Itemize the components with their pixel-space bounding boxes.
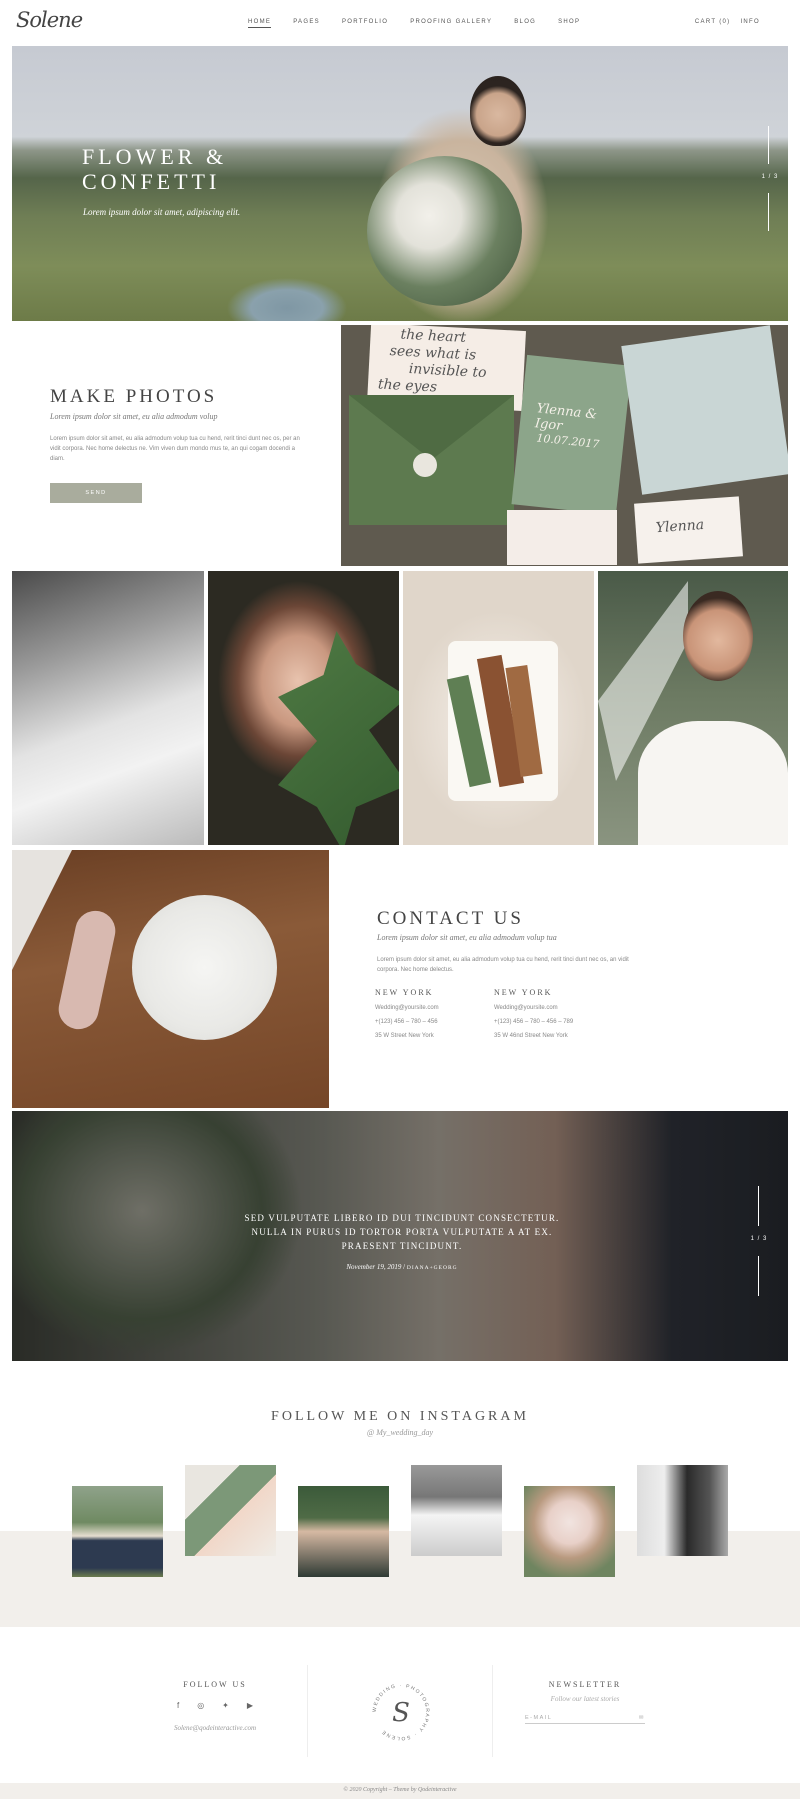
contact-body: Lorem ipsum dolor sit amet, eu alia admo… <box>377 957 629 973</box>
hero-pager-count: 1 / 3 <box>761 174 779 180</box>
office-phone[interactable]: +(123) 456 – 780 – 456 – 789 <box>494 1019 634 1025</box>
hero-pager[interactable]: 1 / 3 <box>762 126 777 231</box>
twitter-icon[interactable]: ✦ <box>222 1701 229 1710</box>
quote-text: SED VULPUTATE LIBERO ID DUI TINCIDUNT CO… <box>244 1213 560 1251</box>
instagram-photo[interactable] <box>411 1465 502 1556</box>
pager-prev-arrow[interactable] <box>768 126 769 164</box>
bride-face <box>683 591 753 681</box>
site-header: Solene HOME PAGES PORTFOLIO PROOFING GAL… <box>0 0 800 46</box>
pager-next-arrow[interactable] <box>758 1256 759 1296</box>
info-link[interactable]: INFO <box>740 19 760 25</box>
wax-seal-icon <box>413 453 437 477</box>
photographer <box>54 907 120 1033</box>
quote-pager[interactable]: 1 / 3 <box>751 1186 766 1296</box>
bride-gown <box>132 895 277 1040</box>
hero-title: FLOWER & CONFETTI <box>82 144 227 194</box>
send-button[interactable]: SEND <box>50 483 142 503</box>
office-address: 35 W 46nd Street New York <box>494 1033 568 1039</box>
bride-dress <box>638 721 788 845</box>
seal-monogram: S <box>392 1698 410 1728</box>
nav-shop[interactable]: SHOP <box>558 19 580 28</box>
nav-home[interactable]: HOME <box>248 19 272 28</box>
quote-pager-count: 1 / 3 <box>750 1236 768 1242</box>
main-nav: HOME PAGES PORTFOLIO PROOFING GALLERY BL… <box>248 19 602 28</box>
copyright-text: © 2020 Copyright – Theme by Qodeinteract… <box>343 1787 457 1793</box>
pager-prev-arrow[interactable] <box>758 1186 759 1226</box>
divider <box>307 1665 308 1757</box>
make-photos-body: Lorem ipsum dolor sit amet, eu alia admo… <box>50 436 300 462</box>
nav-proofing-gallery[interactable]: PROOFING GALLERY <box>410 19 492 28</box>
contact-image <box>12 850 329 1108</box>
follow-title: FOLLOW US <box>183 1680 247 1689</box>
script-small: Ylenna <box>655 516 705 537</box>
quote-date: November 19, 2019 <box>346 1263 402 1271</box>
cart-link[interactable]: CART (0) <box>695 19 731 25</box>
header-actions: CART (0) INFO <box>695 19 760 25</box>
hero-title-line1: FLOWER & <box>82 144 228 169</box>
divider <box>492 1665 493 1757</box>
newsletter-email-input[interactable]: E-MAIL ✉ <box>525 1715 645 1724</box>
facebook-icon[interactable]: f <box>177 1701 179 1710</box>
instagram-icon[interactable]: ◎ <box>197 1701 204 1710</box>
script-line2: sees what is <box>389 343 477 364</box>
email-placeholder[interactable]: E-MAIL <box>525 1715 552 1721</box>
nav-portfolio[interactable]: PORTFOLIO <box>342 19 388 28</box>
office-email[interactable]: Wedding@yoursite.com <box>494 1005 634 1011</box>
gallery-photo-cake[interactable] <box>403 571 594 845</box>
small-card-script: Ylenna <box>634 496 743 564</box>
hero-bouquet-image <box>367 156 522 306</box>
make-photos-subtitle: Lorem ipsum dolor sit amet, eu alia admo… <box>50 412 218 421</box>
instagram-photo[interactable] <box>298 1486 389 1577</box>
social-icons: f ◎ ✦ ▶ <box>125 1701 305 1710</box>
newsletter-title: NEWSLETTER <box>548 1680 622 1689</box>
hero-bride-image <box>470 76 526 146</box>
instagram-handle[interactable]: @ My_wedding_day <box>0 1428 800 1437</box>
pager-next-arrow[interactable] <box>768 193 769 231</box>
newsletter-subtitle: Follow our latest stories <box>550 1695 620 1703</box>
gallery-photo-bride[interactable] <box>598 571 788 845</box>
footer-newsletter: NEWSLETTER Follow our latest stories E-M… <box>495 1680 675 1724</box>
hero-slider[interactable]: FLOWER & CONFETTI Lorem ipsum dolor sit … <box>12 46 788 321</box>
quote-meta: November 19, 2019 / DIANA+GEORG <box>346 1263 458 1271</box>
nav-pages[interactable]: PAGES <box>293 19 320 28</box>
nav-blog[interactable]: BLOG <box>514 19 536 28</box>
instagram-photo[interactable] <box>72 1486 163 1577</box>
fern-leaf <box>278 631 399 845</box>
gallery-photo-groom[interactable] <box>12 571 204 845</box>
wall <box>12 850 72 970</box>
small-card <box>507 510 617 565</box>
instagram-photo[interactable] <box>185 1465 276 1556</box>
stationery-image: the heart sees what is invisible to the … <box>341 325 788 566</box>
quote-slider[interactable]: SED VULPUTATE LIBERO ID DUI TINCIDUNT CO… <box>12 1111 788 1361</box>
gallery-photo-fern[interactable] <box>208 571 399 845</box>
office-city: NEW YORK <box>494 988 553 997</box>
script-line4: the eyes <box>377 376 438 396</box>
contact-subtitle: Lorem ipsum dolor sit amet, eu alia admo… <box>377 933 557 942</box>
footer-follow: FOLLOW US f ◎ ✦ ▶ Solene@qodeinteractive… <box>125 1680 305 1732</box>
site-logo[interactable]: Solene <box>16 8 83 32</box>
script-line1: the heart <box>400 326 467 346</box>
instagram-photo[interactable] <box>524 1486 615 1577</box>
hero-title-line2: CONFETTI <box>82 169 221 194</box>
footer-email[interactable]: Solene@qodeinteractive.com <box>125 1724 305 1732</box>
make-photos-title: MAKE PHOTOS <box>50 386 218 407</box>
quote-author: DIANA+GEORG <box>406 1265 458 1271</box>
envelope-icon[interactable]: ✉ <box>639 1715 645 1721</box>
hero-subtitle: Lorem ipsum dolor sit amet, adipiscing e… <box>83 207 241 217</box>
instagram-title: FOLLOW ME ON INSTAGRAM <box>271 1409 529 1424</box>
youtube-icon[interactable]: ▶ <box>247 1701 253 1710</box>
contact-title: CONTACT US <box>377 908 524 929</box>
blue-card <box>621 325 788 495</box>
footer-logo-seal: WEDDING · PHOTOGRAPHY · SOLENE S <box>372 1683 429 1741</box>
office-block: NEW YORK Wedding@yoursite.com +(123) 456… <box>494 988 634 1047</box>
glass-invitation: Ylenna & Igor 10.07.2017 <box>511 354 632 516</box>
instagram-photo[interactable] <box>637 1465 728 1556</box>
